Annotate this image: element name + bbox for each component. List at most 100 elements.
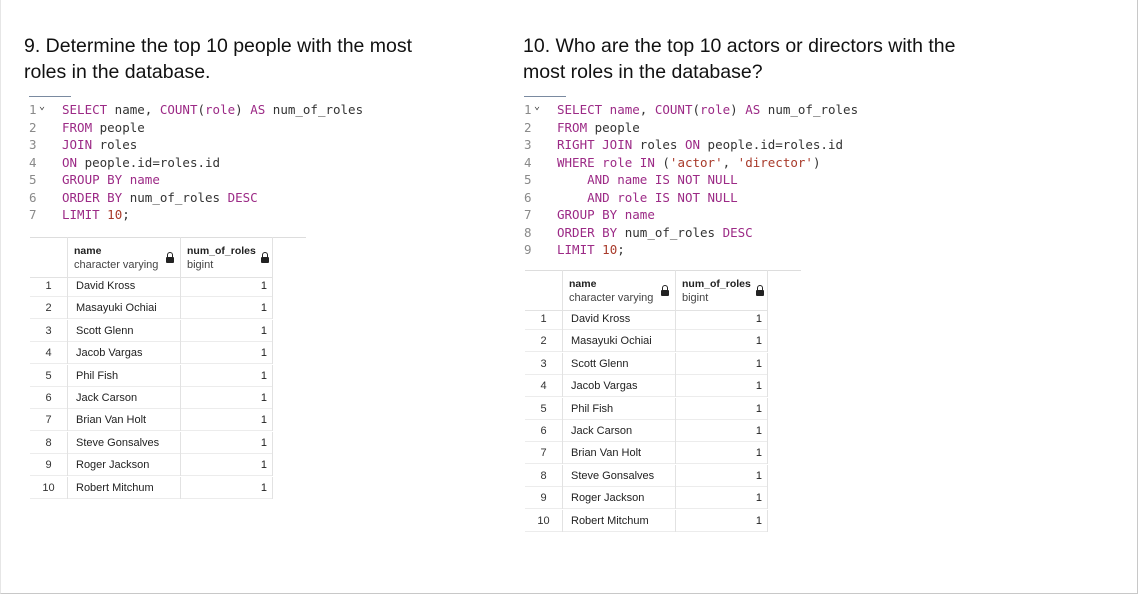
row-number[interactable]: 10 [525, 509, 563, 532]
table-row[interactable]: 6 Jack Carson 1 [30, 387, 273, 409]
code-token: 'director' [737, 154, 813, 170]
code-token: FROM [62, 119, 93, 135]
row-number[interactable]: 8 [30, 431, 68, 454]
row-number[interactable]: 6 [30, 387, 68, 409]
name-cell[interactable]: David Kross [563, 308, 676, 330]
table-row[interactable]: 10 Robert Mitchum 1 [525, 509, 768, 532]
name-cell[interactable]: Robert Mitchum [563, 509, 676, 532]
num-of-roles-cell[interactable]: 1 [181, 476, 273, 499]
code-token: role [700, 102, 731, 117]
column-header-num-of-roles[interactable]: num_of_roles bigint [181, 237, 273, 277]
row-number[interactable]: 4 [525, 375, 563, 398]
code-token: LIMIT [62, 207, 100, 222]
fold-chevron-icon[interactable]: ⌄ [39, 98, 45, 115]
num-of-roles-cell[interactable]: 1 [676, 420, 768, 442]
num-of-roles-cell[interactable]: 1 [676, 330, 768, 353]
code-token: GROUP BY [62, 172, 123, 187]
code-token: name [617, 207, 655, 222]
code-token: DESC [722, 224, 753, 240]
row-number[interactable]: 5 [30, 364, 68, 387]
row-number[interactable]: 8 [525, 464, 563, 487]
table-row[interactable]: 5 Phil Fish 1 [525, 397, 768, 420]
name-cell[interactable]: Jacob Vargas [563, 375, 676, 398]
table-row[interactable]: 1 David Kross 1 [30, 275, 273, 297]
num-of-roles-cell[interactable]: 1 [181, 454, 273, 477]
name-cell[interactable]: Roger Jackson [563, 487, 676, 510]
row-number[interactable]: 10 [30, 476, 68, 499]
code-token: IS NOT NULL [647, 189, 738, 205]
num-of-roles-cell[interactable]: 1 [181, 319, 273, 342]
num-of-roles-cell[interactable]: 1 [676, 308, 768, 330]
table-row[interactable]: 1 David Kross 1 [525, 308, 768, 330]
code-token: COUNT [654, 102, 693, 117]
table-row[interactable]: 2 Masayuki Ochiai 1 [525, 330, 768, 353]
name-cell[interactable]: Masayuki Ochiai [563, 330, 676, 353]
row-number[interactable]: 5 [525, 397, 563, 420]
row-number[interactable]: 1 [30, 275, 68, 297]
table-row[interactable]: 7 Brian Van Holt 1 [525, 442, 768, 465]
table-row[interactable]: 10 Robert Mitchum 1 [30, 476, 273, 499]
table-row[interactable]: 9 Roger Jackson 1 [30, 454, 273, 477]
row-number[interactable]: 7 [30, 409, 68, 432]
name-cell[interactable]: David Kross [68, 275, 181, 297]
num-of-roles-cell[interactable]: 1 [181, 297, 273, 320]
num-of-roles-cell[interactable]: 1 [181, 364, 273, 387]
row-number[interactable]: 2 [525, 330, 563, 353]
name-cell[interactable]: Masayuki Ochiai [68, 297, 181, 320]
code-token: ; [122, 207, 130, 222]
name-cell[interactable]: Scott Glenn [68, 319, 181, 342]
table-row[interactable]: 3 Scott Glenn 1 [30, 319, 273, 342]
row-number[interactable]: 2 [30, 297, 68, 320]
name-cell[interactable]: Steve Gonsalves [563, 464, 676, 487]
num-of-roles-cell[interactable]: 1 [676, 464, 768, 487]
table-row[interactable]: 8 Steve Gonsalves 1 [525, 464, 768, 487]
num-of-roles-cell[interactable]: 1 [181, 342, 273, 365]
row-number[interactable]: 3 [525, 352, 563, 375]
name-cell[interactable]: Jack Carson [68, 387, 181, 409]
column-header-name[interactable]: name character varying [68, 237, 181, 277]
num-of-roles-cell[interactable]: 1 [676, 509, 768, 532]
table-row[interactable]: 4 Jacob Vargas 1 [30, 342, 273, 365]
table-row[interactable]: 9 Roger Jackson 1 [525, 487, 768, 510]
table-row[interactable]: 6 Jack Carson 1 [525, 420, 768, 442]
column-header-name[interactable]: name character varying [563, 270, 676, 310]
table-row[interactable]: 5 Phil Fish 1 [30, 364, 273, 387]
num-of-roles-cell[interactable]: 1 [676, 487, 768, 510]
row-number[interactable]: 4 [30, 342, 68, 365]
name-cell[interactable]: Phil Fish [68, 364, 181, 387]
num-of-roles-cell[interactable]: 1 [676, 352, 768, 375]
name-cell[interactable]: Jack Carson [563, 420, 676, 442]
num-of-roles-cell[interactable]: 1 [181, 275, 273, 297]
num-of-roles-cell[interactable]: 1 [181, 409, 273, 432]
row-number[interactable]: 9 [525, 487, 563, 510]
name-cell[interactable]: Steve Gonsalves [68, 431, 181, 454]
num-of-roles-cell[interactable]: 1 [181, 431, 273, 454]
table-row[interactable]: 7 Brian Van Holt 1 [30, 409, 273, 432]
row-number[interactable]: 1 [525, 308, 563, 330]
row-number[interactable]: 7 [525, 442, 563, 465]
name-cell[interactable]: Phil Fish [563, 397, 676, 420]
code-text: ORDER BY num_of_roles DESC [557, 224, 753, 241]
table-row[interactable]: 2 Masayuki Ochiai 1 [30, 297, 273, 320]
row-number[interactable]: 3 [30, 319, 68, 342]
fold-chevron-icon[interactable]: ⌄ [534, 98, 540, 115]
row-number[interactable]: 9 [30, 454, 68, 477]
num-of-roles-cell[interactable]: 1 [676, 397, 768, 420]
table-row[interactable]: 3 Scott Glenn 1 [525, 352, 768, 375]
name-cell[interactable]: Robert Mitchum [68, 476, 181, 499]
num-of-roles-cell[interactable]: 1 [676, 442, 768, 465]
code-token: ) [730, 102, 746, 117]
name-cell[interactable]: Jacob Vargas [68, 342, 181, 365]
table-row[interactable]: 8 Steve Gonsalves 1 [30, 431, 273, 454]
name-cell[interactable]: Roger Jackson [68, 454, 181, 477]
num-of-roles-cell[interactable]: 1 [181, 387, 273, 409]
row-number[interactable]: 6 [525, 420, 563, 442]
code-token: AND [587, 189, 610, 205]
name-cell[interactable]: Brian Van Holt [68, 409, 181, 432]
row-number-header [525, 270, 563, 310]
num-of-roles-cell[interactable]: 1 [676, 375, 768, 398]
name-cell[interactable]: Scott Glenn [563, 352, 676, 375]
name-cell[interactable]: Brian Van Holt [563, 442, 676, 465]
table-row[interactable]: 4 Jacob Vargas 1 [525, 375, 768, 398]
column-header-num-of-roles[interactable]: num_of_roles bigint [676, 270, 768, 310]
